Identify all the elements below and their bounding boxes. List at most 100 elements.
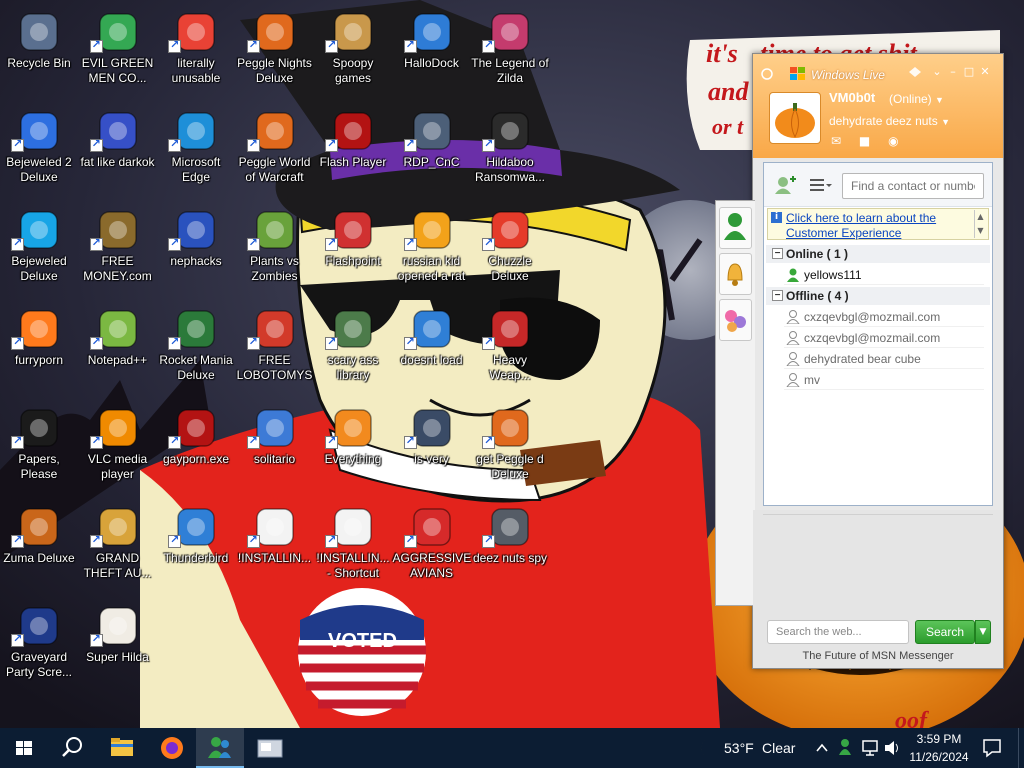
- desktop-shortcut[interactable]: Flashpoint: [314, 202, 392, 298]
- group-header-offline[interactable]: − Offline ( 4 ): [766, 287, 990, 305]
- desktop-shortcut[interactable]: nephacks: [157, 202, 235, 298]
- desktop-shortcut[interactable]: AGGRESSIVE AVIANS: [393, 499, 471, 595]
- search-dropdown-button[interactable]: ▼: [975, 620, 991, 644]
- desktop-shortcut[interactable]: GRAND THEFT AU...: [79, 499, 157, 595]
- personal-message[interactable]: dehydrate deez nuts ▼: [829, 114, 950, 128]
- desktop-shortcut[interactable]: gayporn.exe: [157, 400, 235, 496]
- desktop-shortcut[interactable]: scary ass library: [314, 301, 392, 397]
- desktop-shortcut[interactable]: literally unusable: [157, 4, 235, 100]
- desktop-shortcut[interactable]: Everything: [314, 400, 392, 496]
- chat-window-icon: [257, 739, 283, 758]
- chat-window-taskbar-button[interactable]: [246, 728, 294, 768]
- desktop-shortcut[interactable]: Heavy Weap...: [471, 301, 549, 397]
- msn-messenger-taskbar-button[interactable]: [196, 728, 244, 768]
- group-header-online[interactable]: − Online ( 1 ): [766, 245, 990, 263]
- contacts-tab-button[interactable]: [719, 207, 752, 249]
- display-name[interactable]: VM0b0t: [829, 90, 875, 105]
- file-explorer-taskbar-button[interactable]: [98, 728, 146, 768]
- desktop-shortcut[interactable]: Graveyard Party Scre...: [0, 598, 78, 694]
- minimize-button[interactable]: –: [947, 66, 959, 78]
- presence-status[interactable]: (Online) ▼: [889, 92, 944, 106]
- desktop-shortcut[interactable]: russian kid opened a rat: [393, 202, 471, 298]
- action-center-button[interactable]: [978, 728, 1006, 768]
- alerts-tab-button[interactable]: [719, 253, 752, 295]
- desktop-shortcut[interactable]: Hildaboo Ransomwa...: [471, 103, 549, 199]
- contact-item[interactable]: cxzqevbgl@mozmail.com: [784, 328, 984, 348]
- menu-dropdown-button[interactable]: ⌄: [931, 66, 943, 78]
- msn-bottom-panel: Search the web... Search ▼ The Future of…: [753, 510, 1003, 668]
- desktop-shortcut[interactable]: is very: [393, 400, 471, 496]
- desktop-shortcut[interactable]: Thunderbird: [157, 499, 235, 595]
- display-picture-avatar[interactable]: [769, 92, 821, 144]
- msn-messenger-window[interactable]: Windows Live ⌄ – □ ✕ VM0b0t (Online) ▼ d…: [715, 53, 1004, 669]
- collapse-toggle[interactable]: −: [772, 248, 783, 259]
- desktop-shortcut[interactable]: Peggle World of Warcraft: [236, 103, 314, 199]
- network-icon[interactable]: [860, 728, 880, 768]
- add-contact-icon[interactable]: [774, 175, 796, 199]
- desktop-shortcut[interactable]: Papers, Please: [0, 400, 78, 496]
- desktop-shortcut[interactable]: !INSTALLIN...: [236, 499, 314, 595]
- desktop-shortcut[interactable]: HalloDock: [393, 4, 471, 100]
- desktop-shortcut[interactable]: Bejeweled Deluxe: [0, 202, 78, 298]
- show-hidden-icons-chevron-icon[interactable]: [812, 728, 832, 768]
- close-button[interactable]: ✕: [979, 66, 991, 78]
- desktop-shortcut[interactable]: Super Hilda: [79, 598, 157, 694]
- collapse-toggle[interactable]: −: [772, 290, 783, 301]
- maximize-button[interactable]: □: [963, 66, 975, 78]
- weather-moon-icon[interactable]: [692, 728, 720, 768]
- desktop-shortcut[interactable]: Notepad++: [79, 301, 157, 397]
- desktop-shortcut[interactable]: get Peggle d Deluxe: [471, 400, 549, 496]
- desktop-shortcut[interactable]: Plants vs Zombies: [236, 202, 314, 298]
- games-tab-button[interactable]: [719, 299, 752, 341]
- desktop-shortcut[interactable]: Recycle Bin: [0, 4, 78, 100]
- system-clock[interactable]: 3:59 PM 11/26/2024: [904, 730, 974, 766]
- shortcut-arrow-icon: [89, 632, 103, 647]
- desktop-shortcut[interactable]: The Legend of Zilda: [471, 4, 549, 100]
- desktop-shortcut[interactable]: Peggle Nights Deluxe: [236, 4, 314, 100]
- desktop-shortcut[interactable]: Rocket Mania Deluxe: [157, 301, 235, 397]
- desktop-shortcut[interactable]: VLC media player: [79, 400, 157, 496]
- contact-item[interactable]: dehydrated bear cube: [784, 349, 984, 369]
- desktop-shortcut[interactable]: FREE MONEY.com: [79, 202, 157, 298]
- desktop-shortcut[interactable]: solitario: [236, 400, 314, 496]
- customer-experience-link[interactable]: Click here to learn about the Customer E…: [786, 211, 972, 241]
- desktop-shortcut[interactable]: Zuma Deluxe: [0, 499, 78, 595]
- desktop-shortcut[interactable]: FREE LOBOTOMYS: [236, 301, 314, 397]
- volume-icon[interactable]: [882, 728, 902, 768]
- weather-temperature[interactable]: 53°F: [724, 728, 754, 768]
- find-contact-input[interactable]: [842, 173, 984, 199]
- desktop-shortcut[interactable]: EVIL GREEN MEN CO...: [79, 4, 157, 100]
- web-search-input[interactable]: Search the web...: [767, 620, 909, 644]
- banner-scroll[interactable]: ▲ ▼: [974, 210, 986, 238]
- contact-item[interactable]: cxzqevbgl@mozmail.com: [784, 307, 984, 327]
- desktop-shortcut[interactable]: furryporn: [0, 301, 78, 397]
- desktop-shortcut[interactable]: deez nuts spy: [471, 499, 549, 595]
- search-button[interactable]: Search: [915, 620, 975, 644]
- contact-item[interactable]: mv: [784, 370, 984, 390]
- folder-icon[interactable]: ■: [859, 134, 870, 148]
- mail-icon[interactable]: ✉: [831, 134, 841, 148]
- desktop-shortcut[interactable]: Bejeweled 2 Deluxe: [0, 103, 78, 199]
- search-taskbar-button[interactable]: [48, 728, 96, 768]
- weather-condition[interactable]: Clear: [762, 728, 795, 768]
- desktop-shortcut[interactable]: Spoopy games: [314, 4, 392, 100]
- globe-icon[interactable]: ◉: [888, 134, 898, 148]
- msn-tray-icon[interactable]: [836, 728, 856, 768]
- desktop-shortcut[interactable]: Flash Player: [314, 103, 392, 199]
- firefox-taskbar-button[interactable]: [148, 728, 196, 768]
- show-desktop-button[interactable]: [1018, 728, 1024, 768]
- start-button[interactable]: [0, 728, 48, 768]
- list-view-options-icon[interactable]: [808, 177, 832, 197]
- desktop-shortcut[interactable]: !INSTALLIN... - Shortcut: [314, 499, 392, 595]
- offline-buddy-icon: [786, 331, 800, 345]
- desktop-shortcut[interactable]: RDP_CnC: [393, 103, 471, 199]
- paint-bucket-icon[interactable]: [907, 66, 923, 78]
- contact-item[interactable]: yellows111: [784, 265, 984, 285]
- desktop-shortcut[interactable]: fat like darkok: [79, 103, 157, 199]
- desktop-shortcut[interactable]: Chuzzle Deluxe: [471, 202, 549, 298]
- desktop-shortcut[interactable]: Microsoft Edge: [157, 103, 235, 199]
- msn-settings-icon[interactable]: [761, 68, 773, 80]
- search-icon: [62, 737, 82, 757]
- svg-text:and: and: [708, 77, 749, 106]
- desktop-shortcut[interactable]: doesnt load: [393, 301, 471, 397]
